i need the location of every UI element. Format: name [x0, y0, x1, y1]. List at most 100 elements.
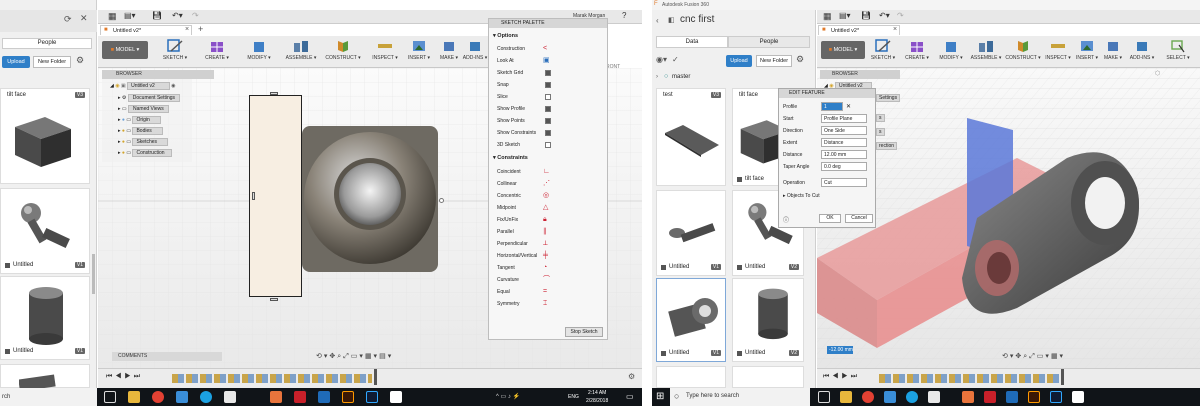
sketch-handle[interactable]	[270, 92, 278, 95]
sketch-menu[interactable]: SKETCH ▾	[867, 39, 899, 61]
constraint-curvature[interactable]: Curvature ⌒	[493, 275, 603, 286]
distance-input[interactable]: 12.00 mm	[821, 150, 867, 159]
file-card[interactable]: Untitled V1	[0, 188, 90, 274]
model-body[interactable]	[302, 124, 444, 274]
dimension-input[interactable]: -12.00 mm	[827, 346, 853, 354]
close-tab-icon[interactable]: ×	[185, 26, 189, 33]
viewports-icon[interactable]: ▤▾	[379, 353, 393, 360]
grid-icon[interactable]: ▦	[823, 11, 832, 22]
undo-icon[interactable]: ↶▾	[879, 11, 890, 20]
chrome-icon[interactable]	[152, 391, 164, 403]
file-menu-icon[interactable]: ▤▾	[839, 11, 851, 20]
file-card[interactable]: tilt face V3	[0, 88, 90, 184]
constraint-coincident[interactable]: Coincident ∟	[493, 167, 603, 178]
app-icon[interactable]	[318, 391, 330, 403]
clock-time[interactable]: 2:14 AM	[588, 390, 606, 396]
clear-selection-icon[interactable]: ✕	[846, 103, 851, 110]
constraint-tangent[interactable]: Tangent ◔	[493, 263, 603, 274]
distance-row[interactable]: Distance 12.00 mm	[783, 150, 871, 160]
help-icon[interactable]: ?	[622, 11, 626, 20]
new-tab-icon[interactable]: +	[198, 24, 203, 34]
app-icon[interactable]	[294, 391, 306, 403]
app-icon[interactable]	[984, 391, 996, 403]
construct-menu[interactable]: CONSTRUCT ▾	[1005, 39, 1041, 61]
checkbox[interactable]	[545, 94, 551, 100]
modify-menu[interactable]: MODIFY ▾	[240, 39, 278, 61]
file-card[interactable]: Untitled V2	[732, 278, 804, 362]
check-icon[interactable]: ✓	[672, 55, 679, 64]
browser-row-origin[interactable]: ▸ ● ▭ Origin	[118, 116, 161, 126]
app-icon[interactable]	[200, 391, 212, 403]
checkbox-checked[interactable]	[545, 70, 551, 76]
timeline-controls[interactable]: ⏮◀▶⏭	[106, 373, 143, 381]
eye-icon[interactable]: ◉▾	[656, 55, 667, 64]
task-view-icon[interactable]	[818, 391, 830, 403]
store-icon[interactable]	[884, 391, 896, 403]
panel-scrollbar[interactable]	[92, 254, 95, 294]
language-indicator[interactable]: ENG	[568, 394, 579, 400]
browser-row-bodies[interactable]: ▸ ● ▭ Bodies	[118, 127, 163, 137]
start-row[interactable]: Start Profile Plane	[783, 114, 871, 124]
file-card[interactable]	[656, 366, 726, 388]
new-folder-button[interactable]: New Folder	[756, 55, 792, 67]
constraint-perpendicular[interactable]: Perpendicular ⟂	[493, 239, 603, 250]
photoshop-icon[interactable]	[1050, 391, 1062, 403]
sketch-menu[interactable]: SKETCH ▾	[156, 39, 194, 61]
browser-row-named-views[interactable]: ▸ ▭ Named Views	[118, 105, 169, 115]
illustrator-icon[interactable]	[342, 391, 354, 403]
constraint-symmetry[interactable]: Symmetry ⌶	[493, 299, 603, 310]
inspect-menu[interactable]: INSPECT ▾	[366, 39, 404, 61]
app-icon[interactable]	[224, 391, 236, 403]
search-box[interactable]: rch	[0, 388, 97, 406]
option-show-constraints[interactable]: Show Constraints	[493, 128, 603, 139]
timeline-features[interactable]	[879, 374, 1059, 383]
file-explorer-icon[interactable]	[840, 391, 852, 403]
browser-row-peek[interactable]: s	[876, 128, 885, 136]
save-icon[interactable]: 💾︎	[861, 11, 871, 20]
fit-icon[interactable]: ⤢	[1029, 353, 1037, 360]
browser-row-document-settings[interactable]: ▸ ⚙ Document Settings	[118, 94, 181, 104]
undo-icon[interactable]: ↶▾	[172, 11, 183, 20]
inspect-menu[interactable]: INSPECT ▾	[1043, 39, 1073, 61]
tab-people[interactable]: People	[728, 36, 810, 48]
option-slice[interactable]: Slice	[493, 92, 603, 103]
upload-button[interactable]: Upload	[2, 56, 30, 68]
insert-menu[interactable]: INSERT ▾	[1073, 39, 1101, 61]
document-tab[interactable]: ■ Untitled v2* ×	[100, 25, 192, 35]
browser-row-peek[interactable]: s	[876, 114, 885, 122]
file-card[interactable]	[0, 364, 90, 389]
assemble-menu[interactable]: ASSEMBLE ▾	[282, 39, 320, 61]
addins-menu[interactable]: ADD-INS ▾	[1125, 39, 1159, 61]
grid-settings-icon[interactable]: ▦▾	[365, 353, 379, 360]
store-icon[interactable]	[176, 391, 188, 403]
upload-button[interactable]: Upload	[726, 55, 752, 67]
chrome-icon[interactable]	[862, 391, 874, 403]
redo-icon[interactable]: ↷	[897, 11, 904, 20]
display-icon[interactable]: ▭▾	[351, 353, 365, 360]
workspace-switcher[interactable]: ■ MODEL ▾	[102, 41, 148, 59]
option-look-at[interactable]: Look At ▣	[493, 56, 603, 67]
options-header[interactable]: ▾ Options	[493, 33, 518, 39]
file-card[interactable]: Untitled V1	[0, 276, 90, 360]
grid-icon[interactable]: ▦	[108, 11, 117, 22]
notification-icon[interactable]: ▭	[626, 392, 634, 401]
browser-root[interactable]: ◢ ◉ ▣ Untitled v2 ◉	[110, 82, 176, 92]
task-view-icon[interactable]	[104, 391, 116, 403]
ok-button[interactable]: OK	[819, 214, 841, 223]
windows-start-icon[interactable]: ⊞	[656, 391, 664, 402]
timeline-marker[interactable]	[1061, 369, 1064, 385]
option-sketch-grid[interactable]: Sketch Grid	[493, 68, 603, 79]
file-card[interactable]: Untitled V1	[656, 190, 726, 276]
extent-row[interactable]: Extent Distance	[783, 138, 871, 148]
checkbox-checked[interactable]	[545, 106, 551, 112]
option-show-points[interactable]: Show Points	[493, 116, 603, 127]
option-snap[interactable]: Snap	[493, 80, 603, 91]
new-folder-button[interactable]: New Folder	[33, 56, 71, 68]
modify-menu[interactable]: MODIFY ▾	[935, 39, 967, 61]
create-menu[interactable]: CREATE ▾	[198, 39, 236, 61]
grid-settings-icon[interactable]: ▦▾	[1051, 353, 1065, 360]
assemble-menu[interactable]: ASSEMBLE ▾	[969, 39, 1003, 61]
file-card-selected[interactable]: Untitled V1	[656, 278, 726, 362]
people-tab[interactable]: People	[2, 38, 92, 49]
browser-row-construction[interactable]: ▸ ● ▭ Construction	[118, 149, 172, 159]
